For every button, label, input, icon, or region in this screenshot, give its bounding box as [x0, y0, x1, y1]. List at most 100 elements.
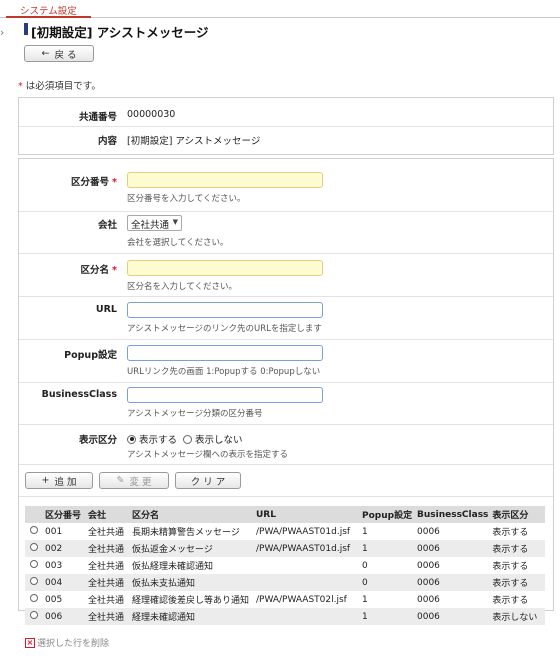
- url-input[interactable]: [127, 302, 323, 318]
- cell-category-no: 003: [45, 560, 63, 571]
- divider: [19, 464, 553, 465]
- category-name-hint: 区分名を入力してください。: [127, 282, 237, 292]
- header-category-no: 区分番号: [43, 506, 86, 523]
- business-class-hint: アシストメッセージ分類の区分番号: [127, 409, 263, 419]
- content-value: [初期設定] アシストメッセージ: [127, 136, 261, 147]
- cell-display: 表示しない: [490, 608, 545, 625]
- divider: [19, 339, 553, 340]
- display-hide-label[interactable]: 表示しない: [195, 432, 243, 446]
- divider: [19, 296, 553, 297]
- common-no-value: 00000030: [127, 109, 176, 120]
- display-hide-radio[interactable]: [183, 434, 193, 444]
- company-select[interactable]: 全社共通 ▼: [127, 215, 182, 231]
- cell-company: 全社共通: [86, 608, 130, 625]
- cell-popup: 1: [362, 594, 368, 605]
- cell-business-class: 0006: [415, 574, 491, 591]
- company-select-value: 全社共通: [131, 220, 170, 231]
- display-hint: アシストメッセージ欄への表示を指定する: [127, 450, 288, 460]
- table-row[interactable]: 006 全社共通 経理未確認通知 1 0006 表示しない: [25, 608, 545, 625]
- row-select-cell: [25, 591, 43, 608]
- message-table: 区分番号 会社 区分名 URL Popup設定 BusinessClass 表示…: [25, 506, 545, 625]
- table-row[interactable]: 005 全社共通 経理確認後差戻し等あり通知 /PWA/PWAAST02l.js…: [25, 591, 545, 608]
- cell-url: /PWA/PWAAST02l.jsf: [256, 594, 347, 605]
- cell-company: 全社共通: [86, 574, 130, 591]
- cell-display: 表示する: [492, 596, 529, 606]
- tab-bar: システム設定: [0, 0, 560, 18]
- row-select-radio[interactable]: [29, 543, 38, 551]
- cell-category-no: 004: [43, 574, 86, 591]
- add-button-label: 追 加: [54, 476, 77, 488]
- divider: [19, 126, 553, 127]
- business-class-input[interactable]: [127, 387, 323, 403]
- edit-button-label: 変 更: [129, 476, 152, 488]
- collapse-arrow-icon[interactable]: ›: [0, 26, 10, 40]
- cell-category-name: 経理未確認通知: [130, 608, 254, 625]
- clear-button[interactable]: ク リ ア: [175, 472, 241, 489]
- category-name-input[interactable]: [127, 260, 323, 276]
- info-panel: 共通番号 00000030 内容 [初期設定] アシストメッセージ: [18, 97, 554, 155]
- row-select-cell: [25, 608, 43, 625]
- cell-category-name: 長期未精算警告メッセージ: [132, 528, 240, 538]
- form-panel: 区分番号 * 区分番号を入力してください。 会社 全社共通 ▼ 会社を選択してくだ…: [18, 158, 554, 649]
- category-no-label-text: 区分番号: [71, 177, 110, 188]
- display-label: 表示区分: [78, 435, 117, 446]
- row-select-cell: [25, 523, 43, 540]
- divider: [19, 253, 553, 254]
- pencil-icon: ✎: [116, 475, 125, 486]
- row-select-radio[interactable]: [29, 577, 38, 585]
- cell-display: 表示する: [492, 528, 529, 538]
- table-row[interactable]: 004 全社共通 仮払未支払通知 0 0006 表示する: [25, 574, 545, 591]
- display-show-radio[interactable]: [127, 434, 136, 444]
- row-select-radio[interactable]: [29, 560, 38, 568]
- required-mark: *: [112, 177, 117, 188]
- header-company: 会社: [86, 506, 130, 523]
- table-row[interactable]: 003 全社共通 仮払経理未確認通知 0 0006 表示する: [25, 557, 545, 574]
- common-no-label: 共通番号: [78, 112, 117, 123]
- delete-x-icon: ×: [25, 637, 35, 648]
- cell-category-no: 001: [45, 526, 63, 537]
- delete-selected-link[interactable]: × 選択した行を削除: [25, 636, 109, 649]
- cell-url: /PWA/PWAAST01d.jsf: [254, 540, 360, 557]
- popup-hint: URLリンク先の画面 1:Popupする 0:Popupしない: [127, 367, 321, 377]
- delete-selected-label: 選択した行を削除: [37, 639, 110, 649]
- cell-popup: 1: [362, 526, 368, 537]
- table-row[interactable]: 002 全社共通 仮払返金メッセージ /PWA/PWAAST01d.jsf 1 …: [25, 540, 545, 557]
- category-no-label: 区分番号 *: [19, 174, 117, 188]
- header-url: URL: [254, 506, 360, 523]
- row-select-cell: [25, 574, 43, 591]
- cell-company: 全社共通: [88, 528, 125, 538]
- back-button[interactable]: ← 戻 る: [24, 45, 94, 62]
- header-display: 表示区分: [490, 506, 545, 523]
- company-hint: 会社を選択してください。: [127, 238, 229, 248]
- cell-business-class: 0006: [417, 560, 440, 571]
- category-no-hint: 区分番号を入力してください。: [127, 194, 246, 204]
- cell-category-no: 006: [43, 608, 86, 625]
- required-note-text: は必須項目です。: [25, 81, 101, 92]
- table-row[interactable]: 001 全社共通 長期未精算警告メッセージ /PWA/PWAAST01d.jsf…: [25, 523, 545, 540]
- category-no-input[interactable]: [127, 172, 323, 188]
- table-header-row: 区分番号 会社 区分名 URL Popup設定 BusinessClass 表示…: [25, 506, 545, 523]
- tab-system-settings[interactable]: システム設定: [6, 0, 91, 18]
- row-select-radio[interactable]: [29, 611, 38, 619]
- arrow-left-icon: ←: [41, 48, 50, 59]
- plus-icon: +: [41, 475, 50, 486]
- cell-popup: 1: [360, 540, 415, 557]
- cell-category-name: 経理確認後差戻し等あり通知: [132, 596, 250, 606]
- cell-url: /PWA/PWAAST01d.jsf: [256, 526, 351, 537]
- display-show-label[interactable]: 表示する: [139, 432, 177, 446]
- cell-company: 全社共通: [88, 596, 125, 606]
- cell-business-class: 0006: [415, 608, 491, 625]
- cell-popup: 0: [360, 574, 415, 591]
- row-select-cell: [25, 540, 43, 557]
- cell-display: 表示する: [490, 540, 545, 557]
- divider: [19, 496, 553, 497]
- edit-button[interactable]: ✎ 変 更: [99, 472, 169, 489]
- row-select-radio[interactable]: [29, 526, 38, 534]
- add-button[interactable]: + 追 加: [25, 472, 93, 489]
- row-select-radio[interactable]: [29, 594, 38, 602]
- popup-input[interactable]: [127, 345, 323, 361]
- cell-url: [254, 608, 360, 625]
- cell-url: [254, 574, 360, 591]
- cell-category-name: 仮払未支払通知: [130, 574, 254, 591]
- divider: [19, 424, 553, 425]
